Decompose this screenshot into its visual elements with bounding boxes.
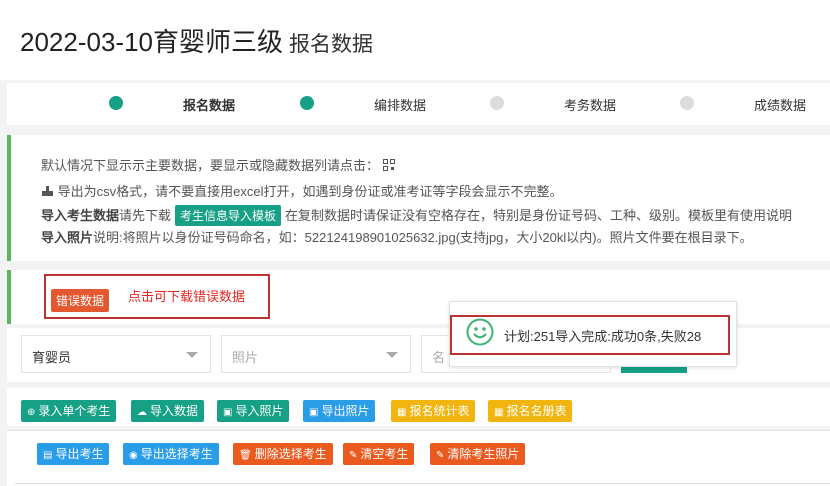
info-line-photo: 导入照片说明:将照片以身份证号码命名，如：522124198901025632.…: [41, 227, 753, 246]
step-dot-1: [109, 96, 123, 110]
step-dot-3: [490, 96, 504, 110]
delete-selected-button[interactable]: 🗑 删除选择考生: [233, 443, 333, 465]
step-dot-2: [300, 96, 314, 110]
button-label: 导入照片: [235, 404, 284, 418]
info-panel: 默认情况下显示示主要数据，要显示或隐藏数据列请点击： 导出为csv格式，请不要直…: [7, 135, 830, 261]
button-label: 报名统计表: [409, 404, 470, 418]
download-template-button[interactable]: 考生信息导入模板: [175, 205, 282, 226]
info-line-export: 导出为csv格式，请不要直接用excel打开，如遇到身份证或准考证等字段会显示不…: [41, 181, 562, 200]
add-single-candidate-button[interactable]: ⊕ 录入单个考生: [21, 400, 117, 422]
toast-message: 计划:251导入完成:成功0条,失败28: [504, 329, 702, 344]
button-label: 清空考生: [360, 447, 409, 461]
photo-select[interactable]: 照片: [221, 335, 411, 373]
error-data-button[interactable]: 错误数据: [51, 289, 110, 312]
cloud-upload-icon: ☁: [137, 407, 147, 418]
chevron-down-icon: [386, 352, 398, 358]
button-label: 清除考生照片: [447, 447, 520, 461]
button-label: 导入数据: [150, 404, 199, 418]
info-import-pre: 请先下载: [119, 208, 172, 223]
page-title: 2022-03-10育婴师三级 报名数据: [20, 22, 373, 59]
info-columns-text: 默认情况下显示示主要数据，要显示或隐藏数据列请点击：: [41, 158, 380, 173]
image-icon: ▣: [223, 407, 233, 418]
import-data-button[interactable]: ☁ 导入数据: [131, 400, 205, 422]
info-photo-bold: 导入照片: [41, 230, 94, 245]
info-photo-text: 说明:将照片以身份证号码命名，如：522124198901025632.jpg(…: [93, 230, 753, 245]
info-import-bold: 导入考生数据: [41, 208, 120, 223]
job-type-select[interactable]: 育婴员: [21, 335, 211, 373]
info-line-columns: 默认情况下显示示主要数据，要显示或隐藏数据列请点击：: [41, 155, 395, 174]
file-icon: ▤: [43, 450, 53, 461]
table-icon: ▦: [494, 407, 504, 418]
info-import-post: 在复制数据时请保证没有空格存在，特别是身份证号码、工种、级别。模板里有使用说明: [285, 208, 793, 223]
button-label: 录入单个考生: [38, 404, 111, 418]
table-icon: ▦: [397, 407, 407, 418]
error-highlight-box: 错误数据 点击可下载错误数据: [44, 274, 270, 319]
step-label-3[interactable]: 考务数据: [564, 95, 616, 114]
trash-icon: 🗑: [239, 450, 252, 461]
error-download-link[interactable]: 点击可下载错误数据: [128, 286, 245, 305]
button-label: 导出考生: [55, 447, 104, 461]
photo-placeholder: 照片: [232, 350, 259, 365]
clear-candidates-button[interactable]: ✎ 清空考生: [343, 443, 415, 465]
button-label: 导出选择考生: [140, 447, 213, 461]
page: 2022-03-10育婴师三级 报名数据 报名数据 编排数据 考务数据 成绩数据 …: [0, 0, 830, 486]
button-label: 导出照片: [321, 404, 370, 418]
chevron-down-icon: [186, 352, 198, 358]
import-photo-button[interactable]: ▣ 导入照片: [217, 400, 290, 422]
button-label: 删除选择考生: [254, 447, 327, 461]
eraser-icon: ✎: [436, 450, 445, 461]
export-photo-button[interactable]: ▣ 导出照片: [303, 400, 376, 422]
page-title-main: 2022-03-10育婴师三级: [20, 27, 283, 57]
info-export-text: 导出为csv格式，请不要直接用excel打开，如遇到身份证或准考证等字段会显示不…: [57, 184, 563, 199]
circle-dot-icon: ◉: [129, 450, 138, 461]
info-line-import: 导入考生数据请先下载 考生信息导入模板 在复制数据时请保证没有空格存在，特别是身份证…: [41, 205, 792, 226]
job-type-value: 育婴员: [32, 350, 72, 365]
registration-stats-button[interactable]: ▦ 报名统计表: [391, 400, 476, 422]
eraser-icon: ✎: [349, 450, 358, 461]
export-candidates-button[interactable]: ▤ 导出考生: [37, 443, 110, 465]
step-label-4[interactable]: 成绩数据: [754, 95, 806, 114]
step-label-1[interactable]: 报名数据: [183, 95, 235, 114]
clear-photos-button[interactable]: ✎ 清除考生照片: [430, 443, 526, 465]
export-selected-button[interactable]: ◉ 导出选择考生: [123, 443, 219, 465]
image-icon: ▣: [309, 407, 319, 418]
qrcode-icon[interactable]: [382, 159, 395, 174]
step-bar: 报名数据 编排数据 考务数据 成绩数据: [7, 83, 830, 125]
button-label: 报名名册表: [506, 404, 567, 418]
page-title-sub: 报名数据: [289, 33, 373, 56]
step-dot-4: [680, 96, 694, 110]
export-icon: [41, 185, 54, 200]
step-label-2[interactable]: 编排数据: [374, 95, 426, 114]
page-header: 2022-03-10育婴师三级 报名数据: [0, 0, 830, 80]
smile-icon: [466, 318, 494, 346]
registration-roster-button[interactable]: ▦ 报名名册表: [488, 400, 573, 422]
plus-circle-icon: ⊕: [27, 407, 36, 418]
name-placeholder: 名: [432, 350, 446, 365]
